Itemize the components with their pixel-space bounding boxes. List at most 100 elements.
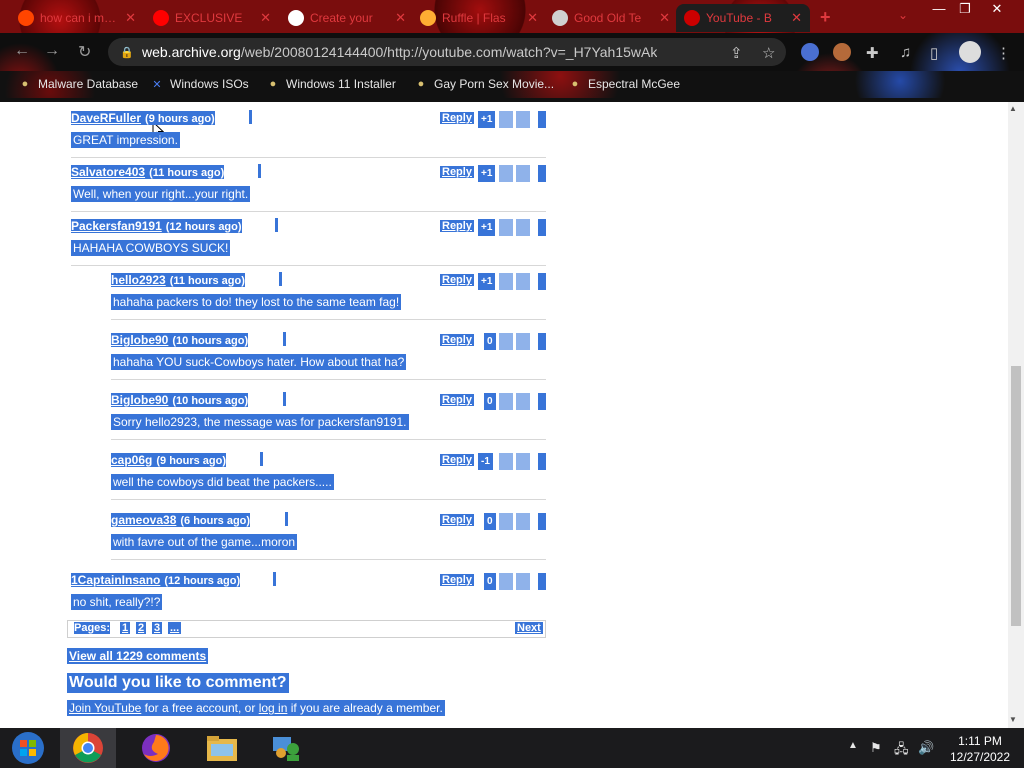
comment-username-link[interactable]: gameova38 (111, 513, 176, 527)
tab-close-icon[interactable]: ✕ (659, 10, 670, 26)
view-all-comments-link[interactable]: View all 1229 comments (67, 648, 209, 664)
comment-username-link[interactable]: Biglobe90 (111, 393, 168, 407)
comment-username-link[interactable]: DaveRFuller (71, 111, 141, 125)
comment-username-link[interactable]: cap06g (111, 453, 152, 467)
comment-username-link[interactable]: Biglobe90 (111, 333, 168, 347)
bookmark-5[interactable]: ● Espectral McGee (568, 77, 680, 91)
comment-username-link[interactable]: 1CaptainInsano (71, 573, 160, 587)
back-icon[interactable]: ← (14, 42, 30, 60)
reply-link[interactable]: Reply (440, 394, 474, 406)
comment-divider (111, 499, 546, 500)
tab-close-icon[interactable]: ✕ (527, 10, 538, 26)
page-icon (552, 10, 568, 26)
tab-close-icon[interactable]: ✕ (791, 10, 802, 26)
bookmark-1[interactable]: ● Malware Database (18, 77, 138, 91)
reply-link[interactable]: Reply (440, 274, 474, 286)
page-link-2[interactable]: 2 (136, 622, 147, 634)
comment-username-link[interactable]: Packersfan9191 (71, 219, 162, 233)
page-link-1[interactable]: 1 (120, 622, 131, 634)
comment-timestamp: (12 hours ago) (165, 221, 242, 233)
bookmark-star-icon[interactable]: ☆ (762, 44, 775, 62)
thumbs-up-icon[interactable] (499, 393, 513, 410)
thumbs-down-icon[interactable] (516, 165, 530, 182)
share-icon[interactable]: ⇪ (730, 44, 743, 62)
system-clock[interactable]: 1:11 PM 12/27/2022 (944, 733, 1016, 765)
reply-link[interactable]: Reply (440, 514, 474, 526)
thumbs-up-icon[interactable] (499, 273, 513, 290)
tab-6[interactable]: YouTube - B ✕ (676, 4, 810, 32)
thumbs-up-icon[interactable] (499, 573, 513, 590)
tab-close-icon[interactable]: ✕ (395, 10, 406, 26)
network-users-icon[interactable] (258, 728, 314, 768)
close-window-button[interactable]: ✕ (982, 0, 1012, 18)
reload-icon[interactable]: ↻ (78, 42, 91, 62)
profile-avatar-icon[interactable] (959, 41, 981, 63)
media-icon[interactable]: ♫ (900, 44, 911, 61)
thumbs-down-icon[interactable] (516, 453, 530, 470)
network-icon[interactable]: 🖧 (894, 740, 909, 762)
thumbs-up-icon[interactable] (499, 453, 513, 470)
reply-link[interactable]: Reply (440, 220, 474, 232)
show-hidden-icons-icon[interactable]: ▲ (848, 740, 858, 751)
thumbs-down-icon[interactable] (516, 573, 530, 590)
tab-4[interactable]: Ruffle | Flas ✕ (412, 4, 546, 32)
scroll-up-arrow-icon[interactable]: ▲ (1009, 104, 1017, 113)
next-page-link[interactable]: Next (515, 622, 543, 634)
thumbs-up-icon[interactable] (499, 219, 513, 236)
tab-2[interactable]: EXCLUSIVE ✕ (145, 4, 279, 32)
windows-start-icon[interactable] (0, 728, 56, 768)
action-center-flag-icon[interactable]: ⚑ (870, 740, 882, 756)
extensions-puzzle-icon[interactable]: ✚ (866, 44, 879, 62)
log-in-link[interactable]: log in (259, 701, 288, 715)
extension-flag-icon[interactable] (801, 43, 819, 61)
restore-button[interactable]: ❐ (950, 0, 980, 18)
menu-kebab-icon[interactable]: ⋮ (996, 44, 1011, 62)
file-explorer-icon[interactable] (194, 728, 250, 768)
thumbs-up-icon[interactable] (499, 333, 513, 350)
thumbs-down-icon[interactable] (516, 219, 530, 236)
firefox-icon[interactable] (128, 728, 184, 768)
tab-5[interactable]: Good Old Te ✕ (544, 4, 678, 32)
extension-avatar-icon[interactable] (833, 43, 851, 61)
address-bar[interactable]: 🔒 web.archive.org/web/20080124144400/htt… (108, 38, 786, 66)
scroll-down-arrow-icon[interactable]: ▼ (1009, 715, 1017, 724)
thumbs-down-icon[interactable] (516, 333, 530, 350)
comment-divider (111, 379, 546, 380)
bookmark-4[interactable]: ● Gay Porn Sex Movie... (414, 77, 554, 91)
comment-username-link[interactable]: Salvatore403 (71, 165, 145, 179)
rating-value: +1 (478, 219, 496, 236)
clock-time: 1:11 PM (958, 734, 1002, 748)
thumbs-down-icon[interactable] (516, 393, 530, 410)
tab-1[interactable]: how can i make ✕ (10, 4, 144, 32)
thumbs-up-icon[interactable] (499, 111, 513, 128)
chrome-icon[interactable] (60, 728, 116, 768)
thumbs-up-icon[interactable] (499, 513, 513, 530)
bookmark-2[interactable]: ✕ Windows ISOs (150, 77, 248, 91)
tab-3[interactable]: Create your ✕ (280, 4, 414, 32)
page-link-3[interactable]: 3 (152, 622, 163, 634)
scrollbar-thumb[interactable] (1011, 366, 1021, 626)
join-youtube-link[interactable]: Join YouTube (69, 701, 141, 715)
page-link-more[interactable]: ... (168, 622, 182, 634)
new-tab-button[interactable]: + (820, 7, 831, 28)
reply-link[interactable]: Reply (440, 574, 474, 586)
reply-link[interactable]: Reply (440, 166, 474, 178)
comment-body: hahaha YOU suck-Cowboys hater. How about… (111, 354, 407, 370)
side-panel-icon[interactable]: ▯ (930, 44, 938, 62)
reply-link[interactable]: Reply (440, 112, 474, 124)
bookmark-3[interactable]: ● Windows 11 Installer (266, 77, 396, 91)
tab-close-icon[interactable]: ✕ (125, 10, 136, 26)
thumbs-up-icon[interactable] (499, 165, 513, 182)
comment-username-link[interactable]: hello2923 (111, 273, 166, 287)
thumbs-down-icon[interactable] (516, 111, 530, 128)
reply-link[interactable]: Reply (440, 334, 474, 346)
forward-icon[interactable]: → (44, 42, 60, 60)
reply-link[interactable]: Reply (440, 454, 474, 466)
tab-search-chevron-icon[interactable]: ⌄ (898, 8, 908, 22)
thumbs-down-icon[interactable] (516, 513, 530, 530)
tab-close-icon[interactable]: ✕ (260, 10, 271, 26)
thumbs-down-icon[interactable] (516, 273, 530, 290)
rating-value: 0 (484, 573, 496, 590)
volume-icon[interactable]: 🔊 (918, 740, 934, 756)
comment-timestamp: (11 hours ago) (169, 275, 245, 287)
